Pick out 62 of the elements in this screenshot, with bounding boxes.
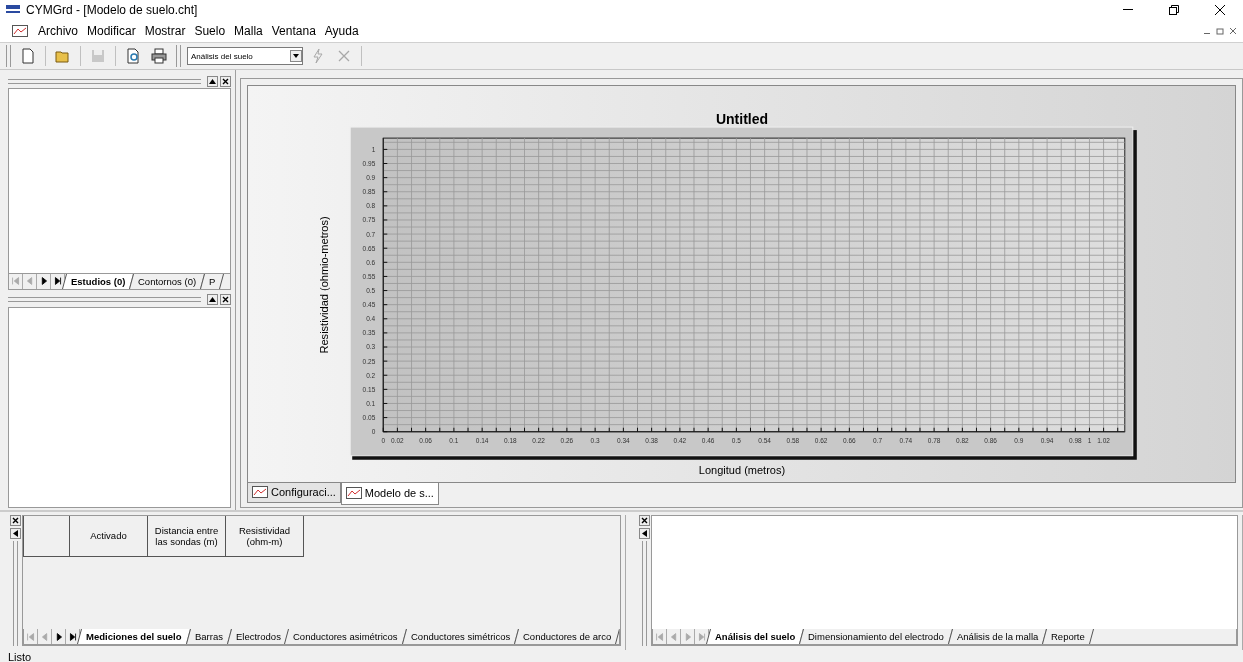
minimize-icon bbox=[1123, 9, 1133, 11]
chart-icon bbox=[12, 25, 28, 37]
sheet-tab[interactable]: Dimensionamiento del electrodo bbox=[799, 629, 953, 644]
up-arrow-icon bbox=[209, 78, 216, 84]
close-button[interactable] bbox=[638, 515, 650, 526]
column-header: Distancia entre las sondas (m) bbox=[147, 516, 226, 556]
sheet-tab[interactable]: Conductores de arco bbox=[514, 629, 619, 644]
app-logo-icon bbox=[6, 5, 20, 15]
column-header: Activado bbox=[69, 516, 148, 556]
menu-item[interactable]: Malla bbox=[230, 22, 267, 40]
first-arrow-icon bbox=[24, 630, 37, 643]
chart-icon bbox=[252, 486, 268, 499]
sheet-tab[interactable]: Análisis del suelo bbox=[706, 629, 805, 644]
collapse-button[interactable] bbox=[207, 294, 218, 305]
left-arrow-icon bbox=[12, 530, 18, 537]
close-icon bbox=[222, 77, 229, 85]
close-button[interactable] bbox=[220, 75, 231, 87]
close-icon bbox=[222, 296, 229, 303]
up-arrow-icon bbox=[209, 297, 216, 302]
save-icon bbox=[90, 48, 106, 64]
menu-item[interactable]: Modificar bbox=[83, 22, 140, 40]
left-arrow-icon bbox=[641, 530, 647, 537]
first-arrow-icon bbox=[9, 275, 22, 287]
collapse-button[interactable] bbox=[9, 528, 21, 539]
x-axis-label: Longitud (metros) bbox=[698, 463, 786, 476]
document-window-controls-icon bbox=[1203, 26, 1237, 36]
study-dropdown[interactable]: Análisis del suelo bbox=[187, 47, 303, 65]
sheet-tab[interactable]: Reporte bbox=[1042, 629, 1095, 644]
window-title: CYMGrd - [Modelo de suelo.cht] bbox=[26, 3, 199, 17]
chart-icon bbox=[345, 487, 362, 500]
close-button[interactable] bbox=[220, 294, 231, 305]
chart-title: Untitled bbox=[715, 111, 769, 128]
close-icon bbox=[640, 517, 648, 524]
lightning-icon bbox=[310, 48, 326, 64]
collapse-button[interactable] bbox=[638, 528, 650, 539]
print-button[interactable] bbox=[148, 45, 170, 67]
print-preview-icon bbox=[125, 48, 141, 64]
menu-item[interactable]: Ventana bbox=[267, 22, 320, 40]
dropdown-caret-icon bbox=[290, 50, 302, 62]
menu-item[interactable]: Mostrar bbox=[140, 22, 190, 40]
close-icon bbox=[336, 48, 352, 64]
collapse-button[interactable] bbox=[207, 75, 218, 87]
folder-icon bbox=[55, 48, 71, 64]
printer-icon bbox=[151, 48, 167, 64]
close-button[interactable] bbox=[9, 515, 21, 526]
new-document-icon bbox=[20, 48, 36, 64]
menu-item[interactable]: Archivo bbox=[34, 22, 82, 40]
sheet-tab[interactable]: Barras bbox=[185, 629, 232, 644]
column-header: Resistividad (ohm-m) bbox=[225, 516, 304, 556]
sheet-tab[interactable]: Análisis de la malla bbox=[947, 629, 1048, 644]
menu-item[interactable]: Ayuda bbox=[320, 22, 363, 40]
first-arrow-icon bbox=[653, 630, 666, 643]
y-axis-label: Resistividad (ohmio-metros) bbox=[318, 216, 331, 354]
close-icon bbox=[11, 517, 19, 524]
document-tab[interactable]: Configuraci... bbox=[247, 482, 341, 503]
menu-item[interactable]: Suelo bbox=[190, 22, 230, 40]
restore-icon bbox=[1169, 5, 1179, 15]
sheet-tab[interactable]: Conductores asimétricos bbox=[284, 629, 407, 644]
sheet-tab[interactable]: Conductores simétricos bbox=[401, 629, 520, 644]
close-icon bbox=[1215, 5, 1225, 15]
status-text: Listo bbox=[7, 650, 33, 662]
sheet-tab[interactable]: Mediciones del suelo bbox=[77, 629, 191, 644]
